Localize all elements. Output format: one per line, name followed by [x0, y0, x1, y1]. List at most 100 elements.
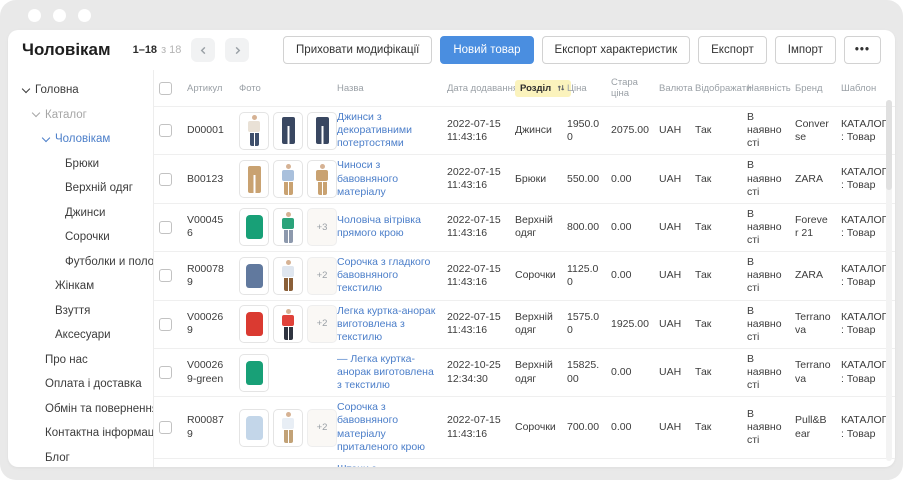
select-all-checkbox[interactable]	[159, 82, 172, 95]
row-checkbox[interactable]	[159, 366, 172, 379]
sidebar-item[interactable]: Головна	[8, 78, 153, 103]
product-name-link[interactable]: Чиноси з бавовняного матеріалу	[337, 159, 437, 198]
import-button[interactable]: Імпорт	[775, 36, 836, 64]
more-actions-button[interactable]: •••	[844, 36, 881, 64]
row-checkbox[interactable]	[159, 173, 172, 186]
date-cell: 2022-07-15 11:43:16	[442, 458, 510, 467]
chevron-down-icon[interactable]	[42, 135, 51, 144]
date-cell: 2022-07-15 11:43:16	[442, 300, 510, 348]
more-photos-badge[interactable]: +2	[307, 257, 337, 295]
product-photo[interactable]	[239, 160, 269, 198]
more-photos-badge[interactable]: +2	[307, 409, 337, 447]
row-checkbox[interactable]	[159, 124, 172, 137]
column-header-brand[interactable]: Бренд	[790, 70, 836, 107]
product-photo[interactable]	[273, 305, 303, 343]
column-header-date-added[interactable]: Дата додавання	[442, 70, 510, 107]
page-title: Чоловікам	[22, 40, 111, 60]
product-photo[interactable]	[273, 409, 303, 447]
display-cell: Так	[690, 203, 742, 251]
export-characteristics-button[interactable]: Експорт характеристик	[542, 36, 691, 64]
sidebar-item[interactable]: Жінкам	[8, 274, 153, 299]
vertical-scrollbar[interactable]	[886, 100, 892, 461]
old-price-cell: 1925.00	[606, 300, 654, 348]
sidebar-item[interactable]: Про нас	[8, 348, 153, 373]
product-photo[interactable]	[239, 208, 269, 246]
sidebar-item[interactable]: Взуття	[8, 299, 153, 324]
sidebar-item[interactable]: Блог	[8, 446, 153, 468]
sidebar-item[interactable]: Аксесуари	[8, 323, 153, 348]
column-header-section[interactable]: Розділ	[510, 70, 562, 107]
product-photo[interactable]	[239, 354, 269, 392]
currency-cell: UAH	[654, 300, 690, 348]
column-header-currency[interactable]: Валюта	[654, 70, 690, 107]
product-name-link[interactable]: — Легка куртка-анорак виготовлена з текс…	[337, 353, 437, 392]
table-row[interactable]: B000321 +2 Штани з бавовняного матеріалу…	[154, 458, 895, 467]
chevron-down-icon[interactable]	[32, 110, 41, 119]
column-header-photo[interactable]: Фото	[234, 70, 332, 107]
window-control-dot[interactable]	[28, 9, 41, 22]
content: ГоловнаКаталогЧоловікамБрюкиВерхній одяг…	[8, 70, 895, 467]
brand-cell: ZARA	[790, 155, 836, 203]
product-photo[interactable]	[239, 112, 269, 150]
sidebar-item-label: Сорочки	[65, 231, 110, 243]
row-checkbox[interactable]	[159, 318, 172, 331]
column-header-articul[interactable]: Артикул	[182, 70, 234, 107]
sidebar-item-label: Обмін та повернення	[45, 403, 153, 415]
sidebar-item[interactable]: Верхній одяг	[8, 176, 153, 201]
sidebar-item[interactable]: Оплата і доставка	[8, 372, 153, 397]
product-photo[interactable]	[273, 208, 303, 246]
sidebar-item[interactable]: Чоловікам	[8, 127, 153, 152]
sorted-column-pill[interactable]: Розділ	[515, 80, 571, 97]
product-photo[interactable]	[239, 257, 269, 295]
table-row[interactable]: D00001 Джинси з декоративними потертостя…	[154, 107, 895, 155]
table-row[interactable]: R000789 +2 Сорочка з гладкого бавовняног…	[154, 252, 895, 300]
table-row[interactable]: R000879 +2 Сорочка з бавовняного матеріа…	[154, 397, 895, 459]
table-row[interactable]: V000456 +3 Чоловіча вітрівка прямого кро…	[154, 203, 895, 251]
chevron-down-icon[interactable]	[22, 86, 31, 95]
product-name-link[interactable]: Сорочка з гладкого бавовняного текстилю	[337, 256, 437, 295]
column-header-name[interactable]: Назва	[332, 70, 442, 107]
sidebar-item[interactable]: Джинси	[8, 201, 153, 226]
table-row[interactable]: V000269-green — Легка куртка-анорак виго…	[154, 348, 895, 396]
product-name-link[interactable]: Штани з бавовняного матеріалу прямого кр…	[337, 463, 437, 467]
sidebar-item[interactable]: Брюки	[8, 152, 153, 177]
sidebar-item[interactable]: Контактна інформація	[8, 421, 153, 446]
product-name-link[interactable]: Сорочка з бавовняного матеріалу притален…	[337, 401, 437, 454]
window-control-dot[interactable]	[78, 9, 91, 22]
section-cell: Джинси	[510, 107, 562, 155]
row-checkbox[interactable]	[159, 221, 172, 234]
product-photo[interactable]	[307, 160, 337, 198]
sidebar-item[interactable]: Футболки и поло	[8, 250, 153, 275]
product-name-link[interactable]: Легка куртка-анорак виготовлена з тексти…	[337, 305, 437, 344]
more-photos-badge[interactable]: +2	[307, 305, 337, 343]
prev-page-button[interactable]	[191, 38, 215, 62]
export-button[interactable]: Експорт	[698, 36, 767, 64]
row-checkbox[interactable]	[159, 269, 172, 282]
sidebar-item-label: Контактна інформація	[45, 427, 153, 439]
product-photo[interactable]	[273, 112, 303, 150]
column-header-old-price[interactable]: Стара ціна	[606, 70, 654, 107]
column-header-price[interactable]: Ціна	[562, 70, 606, 107]
product-photo[interactable]	[239, 409, 269, 447]
more-photos-badge[interactable]: +3	[307, 208, 337, 246]
next-page-button[interactable]	[225, 38, 249, 62]
scrollbar-thumb[interactable]	[886, 100, 892, 190]
new-product-button[interactable]: Новий товар	[440, 36, 533, 64]
column-header-availability[interactable]: Наявність	[742, 70, 790, 107]
hide-modifications-button[interactable]: Приховати модифікації	[283, 36, 432, 64]
sidebar-item[interactable]: Обмін та повернення	[8, 397, 153, 422]
window-control-dot[interactable]	[53, 9, 66, 22]
sidebar-item[interactable]: Каталог	[8, 103, 153, 128]
product-photo[interactable]	[273, 160, 303, 198]
table-row[interactable]: B00123 Чиноси з бавовняного матеріалу 20…	[154, 155, 895, 203]
table-row[interactable]: V000269 +2 Легка куртка-анорак виготовле…	[154, 300, 895, 348]
column-header-display[interactable]: Відображати	[690, 70, 742, 107]
product-name-link[interactable]: Чоловіча вітрівка прямого крою	[337, 214, 437, 240]
currency-cell: UAH	[654, 107, 690, 155]
product-photo[interactable]	[273, 257, 303, 295]
product-photo[interactable]	[239, 305, 269, 343]
sidebar-item[interactable]: Сорочки	[8, 225, 153, 250]
row-checkbox[interactable]	[159, 421, 172, 434]
product-photo[interactable]	[307, 112, 337, 150]
product-name-link[interactable]: Джинси з декоративними потертостями	[337, 111, 437, 150]
